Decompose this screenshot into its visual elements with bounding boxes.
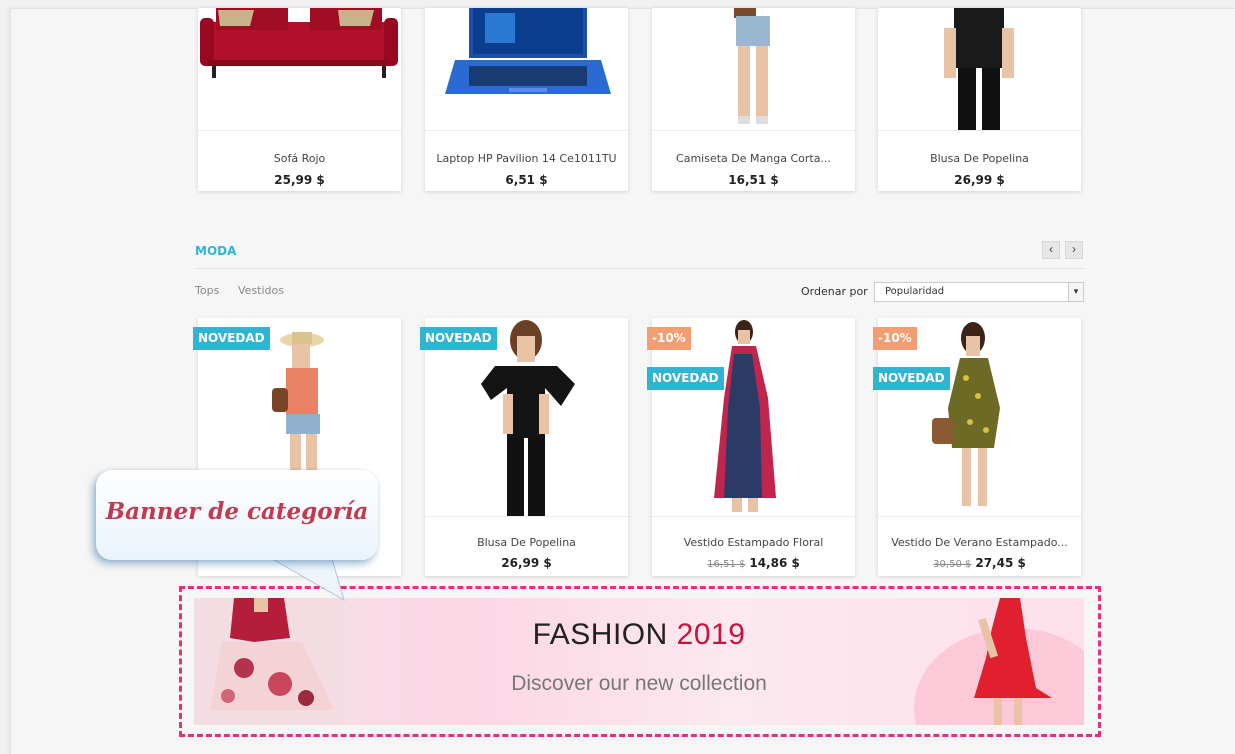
- sofa-image: [200, 8, 398, 78]
- product-card[interactable]: Blusa De Popelina 26,99 $: [878, 8, 1081, 191]
- sort-label: Ordenar por: [801, 285, 868, 298]
- product-price: 26,99 $: [501, 556, 552, 570]
- product-name[interactable]: Sofá Rojo: [198, 152, 401, 165]
- card-separator: [652, 516, 855, 517]
- new-badge: NOVEDAD: [873, 367, 950, 390]
- old-price: 30,50 $: [933, 559, 972, 570]
- product-name[interactable]: Vestido De Verano Estampado...: [878, 536, 1081, 549]
- banner-title-text: FASHION: [532, 618, 668, 651]
- new-badge: NOVEDAD: [420, 327, 497, 350]
- current-price: 27,45 $: [975, 556, 1026, 570]
- product-price: 6,51 $: [505, 173, 548, 187]
- model-black-image: [944, 8, 1014, 130]
- product-price: 26,99 $: [954, 173, 1005, 187]
- card-separator: [652, 130, 855, 131]
- banner-title: FASHION 2019: [194, 618, 1084, 652]
- section-divider: [195, 268, 1084, 269]
- product-price: 25,99 $: [274, 173, 325, 187]
- card-separator: [878, 130, 1081, 131]
- model-shorts-image: [734, 8, 770, 124]
- product-card[interactable]: -10% NOVEDAD Vestido Estampado Floral 16…: [647, 318, 855, 576]
- product-name[interactable]: Laptop HP Pavilion 14 Ce1011TU: [425, 152, 628, 165]
- product-name[interactable]: Camiseta De Manga Corta...: [652, 152, 855, 165]
- product-price: 16,51 $14,86 $: [652, 556, 855, 570]
- card-separator: [878, 516, 1081, 517]
- product-price: 30,50 $27,45 $: [878, 556, 1081, 570]
- product-image[interactable]: [652, 8, 855, 130]
- prev-arrow-icon[interactable]: ‹: [1042, 241, 1060, 259]
- new-badge: NOVEDAD: [647, 367, 724, 390]
- card-separator: [425, 130, 628, 131]
- product-card[interactable]: Camiseta De Manga Corta... 16,51 $: [652, 8, 855, 191]
- product-card[interactable]: Laptop HP Pavilion 14 Ce1011TU 6,51 $: [425, 8, 628, 191]
- card-separator: [425, 516, 628, 517]
- callout-text: Banner de categoría: [105, 498, 369, 525]
- product-image[interactable]: [878, 8, 1081, 130]
- product-card[interactable]: NOVEDAD Blusa De Popelina 26,99 $: [420, 318, 628, 576]
- product-card[interactable]: -10% NOVEDAD Vestido De Verano Estampado…: [873, 318, 1081, 576]
- tab-tops[interactable]: Tops: [195, 284, 219, 297]
- new-badge: NOVEDAD: [193, 327, 270, 350]
- current-price: 14,86 $: [749, 556, 800, 570]
- product-name[interactable]: Blusa De Popelina: [878, 152, 1081, 165]
- category-banner[interactable]: FASHION 2019 Discover our new collection: [194, 598, 1084, 725]
- card-separator: [198, 130, 401, 131]
- product-name[interactable]: Vestido Estampado Floral: [652, 536, 855, 549]
- callout-bubble: Banner de categoría: [96, 470, 378, 560]
- banner-year: 2019: [676, 618, 746, 651]
- laptop-image: [445, 8, 611, 94]
- discount-badge: -10%: [647, 327, 691, 350]
- chevron-down-icon: ▾: [1068, 283, 1083, 301]
- product-image[interactable]: [198, 8, 401, 130]
- sort-value: Popularidad: [885, 286, 945, 297]
- product-card[interactable]: Sofá Rojo 25,99 $: [198, 8, 401, 191]
- product-name[interactable]: Blusa De Popelina: [425, 536, 628, 549]
- section-title: MODA: [195, 244, 237, 258]
- tab-vestidos[interactable]: Vestidos: [238, 284, 284, 297]
- old-price: 16,51 $: [707, 559, 746, 570]
- discount-badge: -10%: [873, 327, 917, 350]
- product-price: 16,51 $: [728, 173, 779, 187]
- next-arrow-icon[interactable]: ›: [1065, 241, 1083, 259]
- banner-subtitle: Discover our new collection: [511, 672, 767, 695]
- sort-select[interactable]: Popularidad ▾: [874, 282, 1084, 302]
- product-image[interactable]: [425, 8, 628, 130]
